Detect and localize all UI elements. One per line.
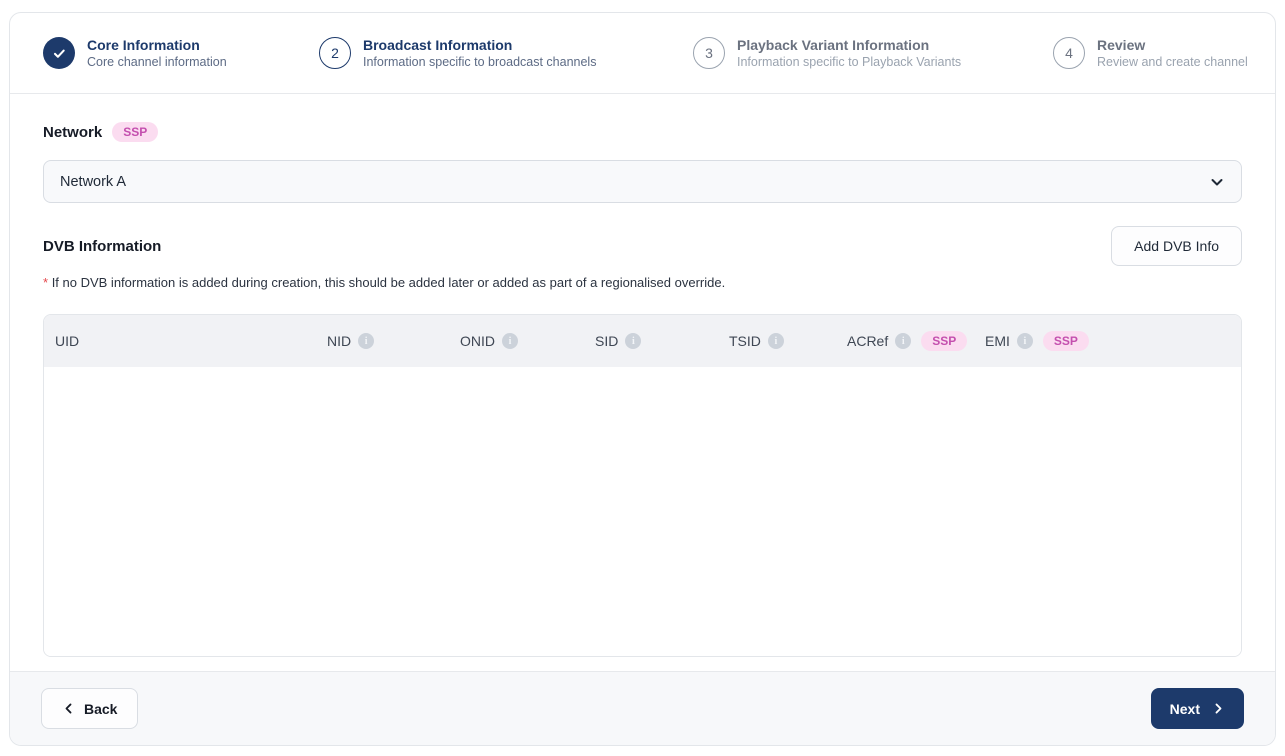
next-button-label: Next	[1169, 700, 1200, 717]
step-complete-circle	[43, 37, 75, 69]
step-title: Broadcast Information	[363, 36, 513, 53]
required-asterisk: *	[43, 275, 49, 290]
column-header-sid: SID i	[584, 333, 718, 349]
column-header-onid: ONID i	[449, 333, 584, 349]
step-subtitle: Information specific to Playback Variant…	[737, 54, 962, 69]
dvb-table: UID NID i ONID i SID i TSID i ACRef i SS…	[43, 314, 1242, 657]
chevron-right-icon	[1212, 702, 1225, 715]
chevron-left-icon	[62, 702, 75, 715]
stepper-step-review[interactable]: 4 Review Review and create channel	[1053, 37, 1248, 69]
stepper-step-core-information[interactable]: Core Information Core channel informatio…	[43, 37, 319, 69]
info-icon[interactable]: i	[895, 333, 912, 349]
column-header-emi: EMI i SSP	[974, 331, 1089, 351]
network-select-value: Network A	[60, 173, 127, 190]
step-title: Review	[1097, 36, 1146, 53]
column-header-uid: UID	[55, 333, 80, 349]
info-icon[interactable]: i	[502, 333, 518, 349]
network-select[interactable]: Network A	[43, 160, 1242, 203]
dvb-table-body-empty	[44, 367, 1241, 656]
wizard-footer: Back Next	[10, 671, 1275, 745]
step-title: Core Information	[87, 36, 200, 53]
info-icon[interactable]: i	[358, 333, 375, 349]
step-number-circle: 2	[319, 37, 351, 69]
step-subtitle: Core channel information	[87, 54, 227, 69]
step-subtitle: Information specific to broadcast channe…	[363, 54, 597, 69]
column-header-tsid: TSID i	[718, 333, 836, 349]
next-button[interactable]: Next	[1150, 688, 1244, 729]
step-number-circle: 4	[1053, 37, 1085, 69]
step-subtitle: Review and create channel	[1097, 54, 1248, 69]
dvb-note: * If no DVB information is added during …	[43, 275, 1242, 290]
dvb-information-heading: DVB Information	[43, 237, 162, 255]
check-icon	[52, 46, 67, 61]
stepper-step-broadcast-information[interactable]: 2 Broadcast Information Information spec…	[319, 37, 693, 69]
info-icon[interactable]: i	[767, 333, 784, 349]
dvb-table-header: UID NID i ONID i SID i TSID i ACRef i SS…	[44, 315, 1241, 367]
column-header-nid: NID i	[316, 333, 449, 349]
add-dvb-info-button[interactable]: Add DVB Info	[1111, 226, 1242, 266]
chevron-down-icon	[1209, 174, 1225, 190]
back-button-label: Back	[84, 700, 118, 717]
broadcast-information-form: Network SSP Network A DVB Information Ad…	[10, 94, 1275, 671]
step-title: Playback Variant Information	[737, 36, 930, 53]
info-icon[interactable]: i	[625, 333, 642, 349]
network-ssp-badge: SSP	[112, 122, 159, 142]
step-number-circle: 3	[693, 37, 725, 69]
acref-ssp-badge: SSP	[921, 331, 968, 351]
emi-ssp-badge: SSP	[1042, 331, 1089, 351]
network-label: Network	[43, 123, 103, 141]
wizard-stepper: Core Information Core channel informatio…	[10, 13, 1275, 94]
create-channel-wizard: Core Information Core channel informatio…	[9, 12, 1276, 746]
info-icon[interactable]: i	[1016, 333, 1033, 349]
stepper-step-playback-variant-information[interactable]: 3 Playback Variant Information Informati…	[693, 37, 1053, 69]
column-header-acref: ACRef i SSP	[836, 331, 974, 351]
back-button[interactable]: Back	[41, 688, 139, 729]
dvb-note-text: If no DVB information is added during cr…	[51, 275, 726, 290]
